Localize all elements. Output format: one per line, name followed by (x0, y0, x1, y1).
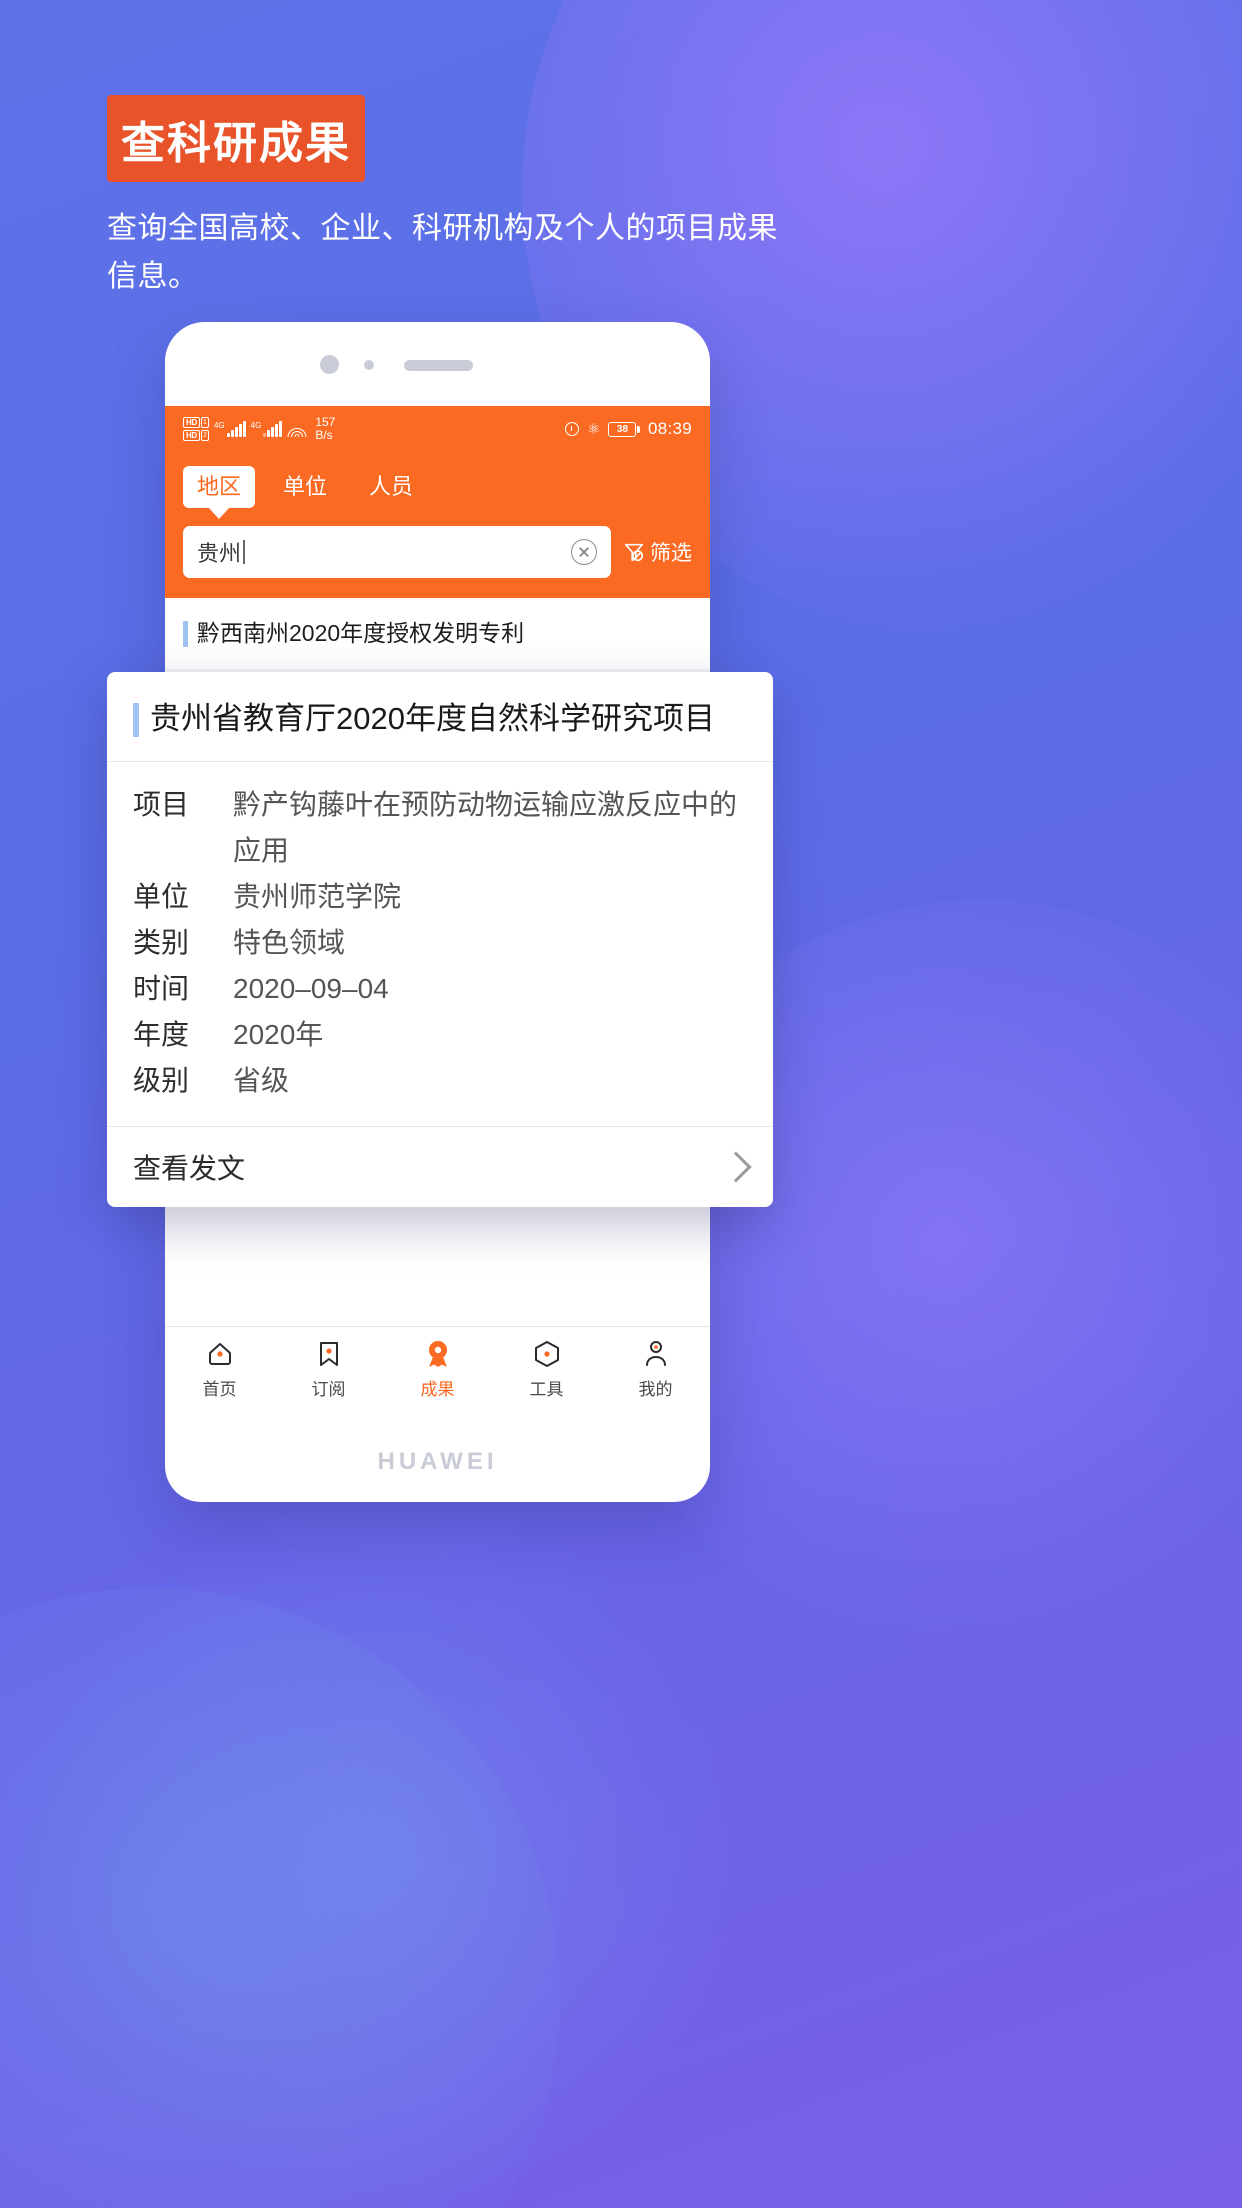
bookmark-icon (319, 1341, 338, 1366)
bottom-navigation: 首页 订阅 成果 工具 我的 (165, 1326, 710, 1410)
detail-row: 项目 黔产钩藤叶在预防动物运输应激反应中的应用 (133, 782, 747, 874)
filter-button[interactable]: 筛选 (623, 537, 692, 567)
nav-label-results: 成果 (420, 1379, 455, 1399)
tab-organization[interactable]: 单位 (269, 466, 341, 508)
camera-icon (320, 355, 339, 374)
text-caret (243, 540, 245, 565)
detail-row: 时间 2020–09–04 (133, 966, 747, 1012)
tab-organization-label: 单位 (283, 474, 328, 499)
detail-row: 单位 贵州师范学院 (133, 874, 747, 920)
search-header: 地区 单位 人员 贵州 筛选 (165, 452, 710, 599)
detail-row-value: 2020–09–04 (233, 972, 389, 1004)
search-input[interactable]: 贵州 (183, 526, 611, 579)
nav-label-home: 首页 (202, 1379, 237, 1399)
nav-label-profile: 我的 (638, 1379, 673, 1399)
detail-row-key: 年度 (133, 1018, 190, 1050)
hd-icon-2: HD (183, 430, 200, 441)
nav-item-subscribe[interactable]: 订阅 (274, 1338, 383, 1400)
detail-row-key: 类别 (133, 926, 190, 958)
battery-cap (637, 425, 640, 433)
detail-modal-header: 贵州省教育厅2020年度自然科学研究项目 (107, 672, 773, 762)
filter-funnel-icon (624, 544, 644, 562)
tab-region-label: 地区 (197, 474, 242, 499)
clear-circle-icon[interactable] (571, 539, 597, 566)
signal-icon-sim2: 4G (251, 421, 283, 437)
sim-1-badge: 1 (200, 417, 209, 428)
nav-label-subscribe: 订阅 (311, 1379, 346, 1399)
signal-icon-sim1: 4G (214, 421, 246, 437)
detail-modal-title: 贵州省教育厅2020年度自然科学研究项目 (150, 701, 715, 736)
hexagon-tool-icon (534, 1340, 559, 1367)
result-title: 黔西南州2020年度授权发明专利 (197, 620, 525, 647)
filter-label: 筛选 (650, 542, 692, 566)
search-row: 贵州 筛选 (183, 526, 692, 579)
detail-row-value: 黔产钩藤叶在预防动物运输应激反应中的应用 (233, 788, 738, 866)
nav-item-home[interactable]: 首页 (165, 1338, 274, 1400)
nav-label-tools: 工具 (529, 1379, 564, 1399)
detail-modal-body: 项目 黔产钩藤叶在预防动物运输应激反应中的应用 单位 贵州师范学院 类别 特色领… (107, 762, 773, 1127)
status-bar: HD 1 HD 2 4G 4G 157 B/s ⚛ 38 08:39 (165, 406, 710, 452)
view-document-button[interactable]: 查看发文 (107, 1127, 773, 1207)
tab-person-label: 人员 (369, 474, 414, 499)
brand-logo: HUAWEI (377, 1448, 498, 1475)
accent-bar (183, 621, 188, 648)
network-type-label-2: 4G (250, 421, 262, 430)
user-icon (645, 1340, 666, 1366)
battery-icon: 38 (608, 421, 640, 437)
detail-row-value: 2020年 (233, 1018, 324, 1050)
nav-item-tools[interactable]: 工具 (492, 1338, 601, 1400)
detail-row-value: 省级 (233, 1064, 290, 1096)
accent-bar (133, 703, 139, 737)
network-speed-unit: B/s (315, 428, 333, 442)
chevron-right-icon (720, 1151, 752, 1183)
detail-row-key: 时间 (133, 972, 190, 1004)
detail-modal: 贵州省教育厅2020年度自然科学研究项目 项目 黔产钩藤叶在预防动物运输应激反应… (107, 672, 773, 1207)
battery-level: 38 (608, 421, 637, 437)
tab-person[interactable]: 人员 (355, 466, 427, 508)
decorative-blob-bottom-center (40, 1500, 740, 2200)
list-item[interactable]: 黔西南州2020年度授权发明专利 (165, 598, 710, 670)
search-tabs: 地区 单位 人员 (183, 466, 692, 509)
nav-item-results[interactable]: 成果 (383, 1338, 492, 1400)
search-input-value: 贵州 (197, 541, 242, 567)
page-title-banner: 查科研成果 (107, 95, 365, 182)
detail-row-key: 单位 (133, 880, 190, 912)
page-subtitle: 查询全国高校、企业、科研机构及个人的项目成果信息。 (107, 212, 778, 293)
detail-row-key: 项目 (133, 788, 190, 820)
sim-2-badge: 2 (200, 430, 209, 441)
award-ribbon-icon (428, 1340, 447, 1367)
alarm-icon (565, 422, 579, 436)
volte-hd-icons: HD 1 HD 2 (183, 417, 209, 441)
result-title-row: 黔西南州2020年度授权发明专利 (183, 618, 692, 649)
sensor-icon (364, 360, 374, 370)
network-type-label-1: 4G (213, 421, 225, 430)
detail-row: 年度 2020年 (133, 1012, 747, 1058)
wifi-icon (287, 422, 307, 437)
home-icon (208, 1342, 231, 1365)
status-bar-right: ⚛ 38 08:39 (565, 419, 692, 439)
phone-top-bezel (165, 322, 710, 406)
status-bar-clock: 08:39 (647, 419, 692, 438)
nav-item-profile[interactable]: 我的 (601, 1338, 710, 1400)
detail-row: 级别 省级 (133, 1058, 747, 1104)
status-bar-left: HD 1 HD 2 4G 4G 157 B/s (183, 416, 335, 442)
detail-row-value: 特色领域 (233, 926, 346, 958)
detail-row: 类别 特色领域 (133, 920, 747, 966)
bluetooth-icon: ⚛ (587, 420, 601, 438)
tab-region[interactable]: 地区 (183, 466, 256, 509)
hd-icon-1: HD (183, 417, 200, 428)
detail-row-value: 贵州师范学院 (233, 880, 402, 912)
network-speed: 157 B/s (315, 416, 335, 442)
detail-row-key: 级别 (133, 1064, 190, 1096)
view-document-label: 查看发文 (133, 1152, 246, 1184)
earpiece-speaker (404, 360, 473, 371)
page-title: 查科研成果 (121, 118, 351, 168)
